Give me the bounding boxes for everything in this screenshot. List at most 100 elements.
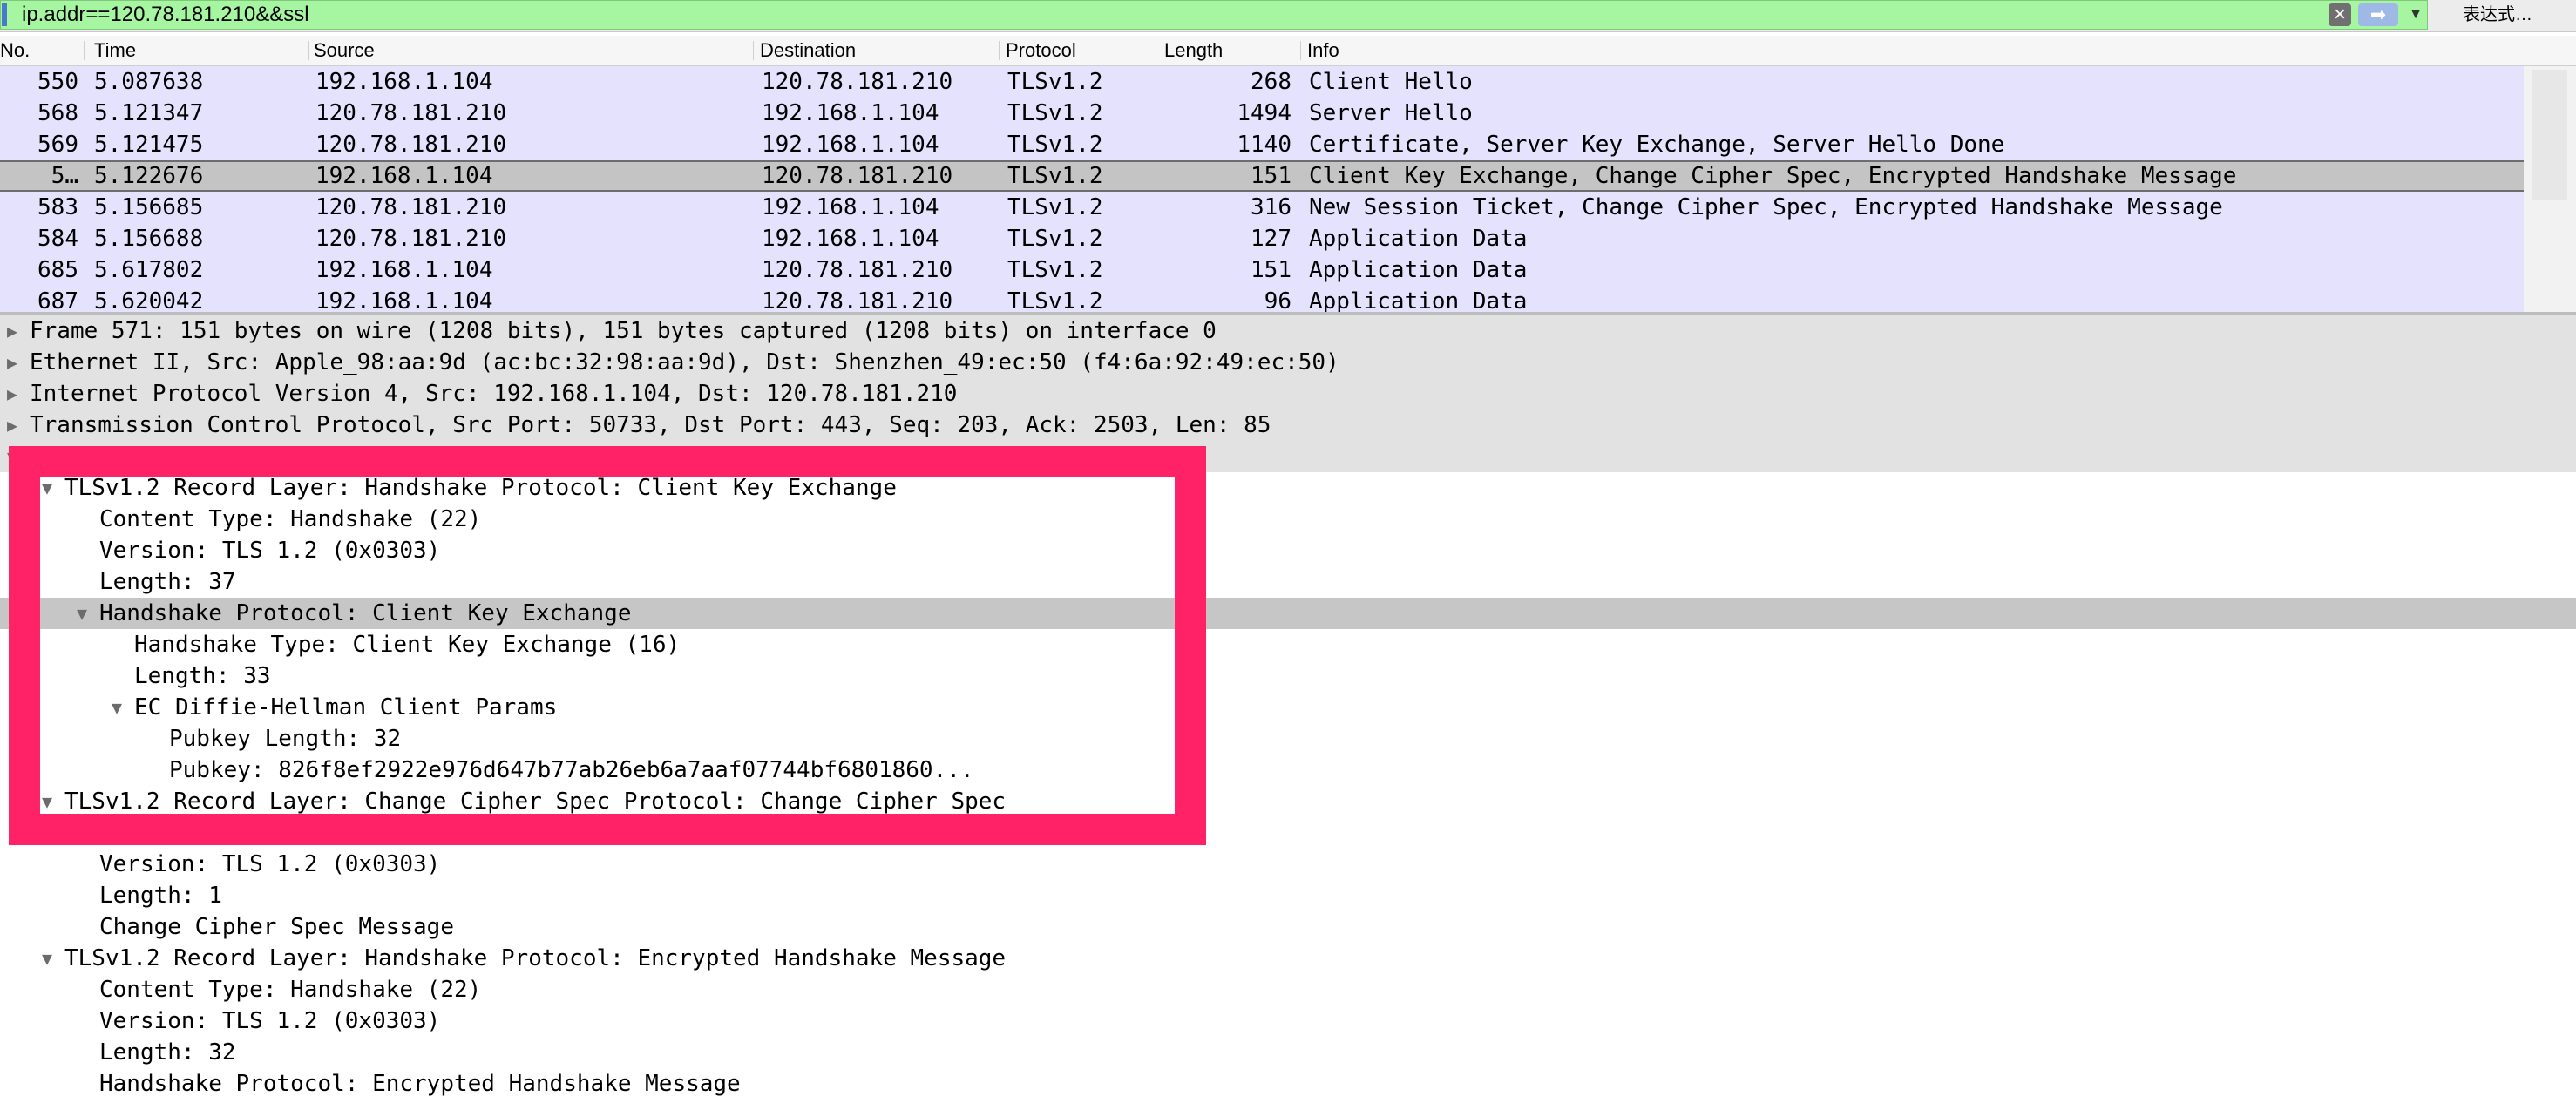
packet-row[interactable]: 5835.156685120.78.181.210192.168.1.104TL…: [0, 192, 2524, 223]
packet-cell-no: 5…: [0, 162, 78, 190]
packet-cell-no: 550: [0, 66, 78, 98]
detail-tree-row[interactable]: Content Type: Handshake (22): [0, 974, 2576, 1005]
packet-cell-protocol: TLSv1.2: [1007, 98, 1103, 129]
detail-tree-row[interactable]: Handshake Protocol: Encrypted Handshake …: [0, 1068, 2576, 1100]
packet-row[interactable]: 5505.087638192.168.1.104120.78.181.210TL…: [0, 66, 2524, 98]
column-time[interactable]: Time: [94, 36, 136, 65]
packet-cell-destination: 192.168.1.104: [762, 192, 939, 223]
packet-cell-info: Client Key Exchange, Change Cipher Spec,…: [1309, 162, 2236, 190]
packet-cell-length: 316: [1187, 192, 1291, 223]
detail-tree-row[interactable]: Handshake Type: Client Key Exchange (16): [0, 629, 2576, 660]
detail-tree-label: Pubkey Length: 32: [169, 723, 401, 755]
chevron-down-icon[interactable]: ▼: [2407, 3, 2424, 26]
packet-cell-length: 151: [1187, 254, 1291, 286]
detail-tree-row[interactable]: ▼TLSv1.2 Record Layer: Change Cipher Spe…: [0, 786, 2576, 817]
packet-cell-destination: 120.78.181.210: [762, 66, 952, 98]
column-length[interactable]: Length: [1164, 36, 1223, 65]
detail-tree-label: Pubkey: 826f8ef2922e976d647b77ab26eb6a7a…: [169, 755, 974, 786]
detail-tree-row[interactable]: ▼EC Diffie-Hellman Client Params: [0, 692, 2576, 723]
packet-list-scrollbar[interactable]: [2524, 66, 2576, 312]
detail-tree-label: Handshake Type: Client Key Exchange (16): [134, 629, 680, 660]
detail-tree-row[interactable]: ▼TLSv1.2 Record Layer: Handshake Protoco…: [0, 943, 2576, 974]
scrollbar-thumb[interactable]: [2532, 70, 2567, 200]
detail-tree-row[interactable]: Length: 37: [0, 566, 2576, 598]
packet-cell-info: Application Data: [1309, 223, 1527, 254]
packet-row[interactable]: 5685.121347120.78.181.210192.168.1.104TL…: [0, 98, 2524, 129]
column-destination[interactable]: Destination: [760, 36, 856, 65]
packet-cell-source: 192.168.1.104: [315, 254, 493, 286]
display-filter-input[interactable]: ip.addr==120.78.181.210&&ssl: [0, 0, 2428, 30]
detail-tree-row[interactable]: Length: 32: [0, 1037, 2576, 1068]
packet-cell-source: 120.78.181.210: [315, 98, 506, 129]
expanded-triangle-icon[interactable]: ▼: [42, 472, 52, 504]
column-protocol[interactable]: Protocol: [1006, 36, 1076, 65]
collapsed-triangle-icon[interactable]: ▶: [7, 378, 17, 409]
detail-tree-row[interactable]: ▶Ethernet II, Src: Apple_98:aa:9d (ac:bc…: [0, 347, 2576, 378]
expanded-triangle-icon[interactable]: ▼: [42, 943, 52, 974]
packet-row[interactable]: 5…5.122676192.168.1.104120.78.181.210TLS…: [0, 160, 2524, 192]
packet-cell-time: 5.617802: [94, 254, 203, 286]
packet-cell-source: 120.78.181.210: [315, 129, 506, 160]
column-info[interactable]: Info: [1307, 36, 1339, 65]
detail-tree-label: Length: 33: [134, 660, 271, 692]
expanded-triangle-icon[interactable]: ▼: [7, 441, 17, 472]
packet-row[interactable]: 5695.121475120.78.181.210192.168.1.104TL…: [0, 129, 2524, 160]
column-no[interactable]: No.: [0, 36, 30, 65]
detail-tree-row[interactable]: ▼Handshake Protocol: Client Key Exchange: [0, 598, 2576, 629]
packet-cell-info: Server Hello: [1309, 98, 1473, 129]
detail-tree-label: Length: 37: [99, 566, 236, 598]
packet-list: 550 5.087638 192.168.1.104 120.78.181.210 TL…: [0, 66, 2524, 312]
detail-tree-label: Version: TLS 1.2 (0x0303): [99, 535, 440, 566]
detail-tree-row[interactable]: ▼: [0, 441, 2576, 472]
collapsed-triangle-icon[interactable]: ▶: [7, 409, 17, 441]
collapsed-triangle-icon[interactable]: ▶: [7, 347, 17, 378]
display-filter-toolbar: ip.addr==120.78.181.210&&ssl × ➡ ▼ 表达式…: [0, 0, 2576, 32]
detail-tree-label: Content Type: Handshake (22): [99, 504, 481, 535]
detail-tree-row[interactable]: Length: 1: [0, 880, 2576, 911]
detail-tree-row[interactable]: Pubkey Length: 32: [0, 723, 2576, 755]
detail-tree-label: Frame 571: 151 bytes on wire (1208 bits)…: [30, 315, 1217, 347]
packet-cell-destination: 120.78.181.210: [762, 254, 952, 286]
packet-cell-time: 5.087638: [94, 66, 203, 98]
expanded-triangle-icon[interactable]: ▼: [42, 786, 52, 817]
packet-cell-no: 583: [0, 192, 78, 223]
packet-cell-no: 569: [0, 129, 78, 160]
detail-tree-row[interactable]: Change Cipher Spec Message: [0, 911, 2576, 943]
expanded-triangle-icon[interactable]: ▼: [112, 692, 122, 723]
packet-cell-protocol: TLSv1.2: [1007, 162, 1103, 190]
detail-tree-row[interactable]: Version: TLS 1.2 (0x0303): [0, 535, 2576, 566]
clear-icon[interactable]: ×: [2329, 3, 2351, 26]
detail-tree-row[interactable]: ▶ Internet Protocol Version 4, Src: 192.1…: [0, 378, 2576, 409]
detail-tree-row[interactable]: Content Type: Handshake (22): [0, 504, 2576, 535]
packet-cell-time: 5.156685: [94, 192, 203, 223]
packet-row[interactable]: 5845.156688120.78.181.210192.168.1.104TL…: [0, 223, 2524, 254]
collapsed-triangle-icon[interactable]: ▶: [7, 315, 17, 347]
detail-tree-row[interactable]: Version: TLS 1.2 (0x0303): [0, 1005, 2576, 1037]
packet-cell-no: 568: [0, 98, 78, 129]
detail-tree-row[interactable]: Length: 33: [0, 660, 2576, 692]
detail-tree-row[interactable]: ▼TLSv1.2 Record Layer: Handshake Protoco…: [0, 472, 2576, 504]
expression-button[interactable]: 表达式…: [2437, 0, 2559, 30]
packet-cell-time: 5.121347: [94, 98, 203, 129]
detail-tree-row[interactable]: ▶ Frame 571: 151 bytes on wire (1208 bits…: [0, 315, 2576, 347]
apply-arrow-icon[interactable]: ➡: [2358, 3, 2398, 26]
detail-tree-label: Length: 1: [99, 880, 222, 911]
packet-row[interactable]: 685 5.617802 192.168.1.104 120.78.181.210 TL…: [0, 254, 2524, 286]
expanded-triangle-icon[interactable]: ▼: [77, 598, 87, 629]
detail-tree-label: Content Type: Handshake (22): [99, 974, 481, 1005]
detail-tree-row[interactable]: Pubkey: 826f8ef2922e976d647b77ab26eb6a7a…: [0, 755, 2576, 786]
packet-cell-time: 5.122676: [94, 162, 203, 190]
detail-tree-row[interactable]: Content Type: Change Cipher Spec (20): [0, 817, 2576, 849]
packet-cell-info: New Session Ticket, Change Cipher Spec, …: [1309, 192, 2223, 223]
detail-tree-label: Internet Protocol Version 4, Src: 192.16…: [30, 378, 957, 409]
column-source[interactable]: Source: [314, 36, 375, 65]
packet-cell-no: 685: [0, 254, 78, 286]
filter-bookmark-icon[interactable]: [2, 3, 7, 26]
detail-tree-row[interactable]: ▶Transmission Control Protocol, Src Port…: [0, 409, 2576, 441]
packet-cell-protocol: TLSv1.2: [1007, 254, 1103, 286]
packet-cell-source: 120.78.181.210: [315, 192, 506, 223]
detail-tree-label: Change Cipher Spec Message: [99, 911, 454, 943]
packet-cell-length: 268: [1187, 66, 1291, 98]
packet-details-tree: ▶ Frame 571: 151 bytes on wire (1208 bits…: [0, 315, 2576, 1110]
detail-tree-row[interactable]: Version: TLS 1.2 (0x0303): [0, 849, 2576, 880]
